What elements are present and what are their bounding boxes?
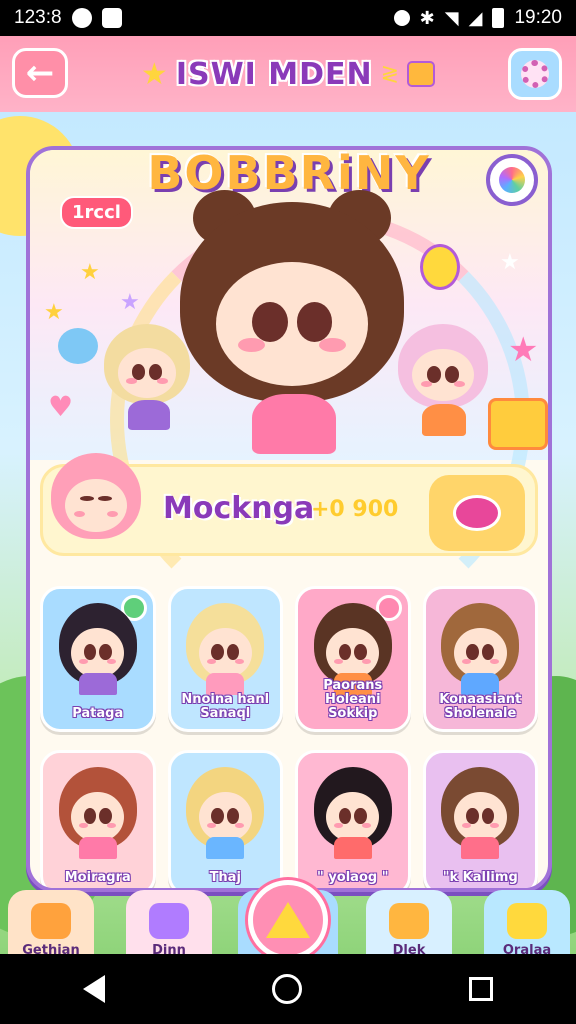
star-decoration: ★ xyxy=(80,260,100,285)
character-tile[interactable]: Konaasiant Sholenale xyxy=(422,586,538,732)
character-tile[interactable]: " yolaog " xyxy=(295,750,411,888)
plus-icon xyxy=(507,903,547,939)
page-title: ISWI MDEN xyxy=(175,56,373,92)
nav-shop-button[interactable]: Dinn xyxy=(126,890,212,954)
character-label: " yolaog " xyxy=(317,870,389,885)
side-character-right-outfit xyxy=(422,404,466,436)
star-decoration: ★ xyxy=(44,300,64,325)
game-screen: ← ★ ISWI MDEN ≷ BOBBRiNY 1rccl ★ ★ ★ ★ ★… xyxy=(0,36,576,954)
sparkle-icon: ≷ xyxy=(380,61,400,87)
character-avatar xyxy=(186,603,265,695)
cloud-decoration xyxy=(58,328,98,364)
status-bar: 123:8 ✱ ◥ ◢ 19:20 xyxy=(0,0,576,36)
character-card: BOBBRiNY 1rccl ★ ★ ★ ★ ★ ♥ Mocknga +0 90… xyxy=(26,146,552,892)
character-avatar xyxy=(441,603,520,695)
character-label: Pataga xyxy=(72,706,124,721)
nav-add-button[interactable]: Oralaa xyxy=(484,890,570,954)
nav-inventory-label: Dlek xyxy=(392,943,426,954)
heart-decoration: ♥ xyxy=(48,390,74,423)
star-decoration: ★ xyxy=(500,250,520,275)
side-character-left[interactable] xyxy=(104,324,190,404)
character-tile[interactable]: Moiragra xyxy=(40,750,156,888)
side-character-left-outfit xyxy=(128,400,170,430)
character-tile[interactable]: Paorans Holeani Sokkip xyxy=(295,586,411,732)
nav-home-label: Gethian xyxy=(22,943,80,954)
system-navigation-bar xyxy=(0,954,576,1024)
character-avatar xyxy=(313,603,392,695)
character-label: Konaasiant Sholenale xyxy=(439,692,522,721)
coin-count: +0 900 xyxy=(311,497,399,522)
triangle-play-icon xyxy=(266,902,310,938)
character-avatar xyxy=(58,767,137,859)
nav-inventory-button[interactable]: Dlek xyxy=(366,890,452,954)
chat-button[interactable] xyxy=(486,154,538,206)
star-decoration: ★ xyxy=(120,290,140,315)
star-decoration: ★ xyxy=(508,330,539,370)
hero-area: BOBBRiNY 1rccl ★ ★ ★ ★ ★ ♥ xyxy=(30,150,548,630)
header-bar: ← ★ ISWI MDEN ≷ xyxy=(0,36,576,112)
status-time-right: 19:20 xyxy=(514,7,562,28)
system-back-icon[interactable] xyxy=(83,975,106,1003)
level-badge: 1rccl xyxy=(60,196,133,229)
character-avatar xyxy=(441,767,520,859)
main-character-avatar[interactable] xyxy=(180,190,404,402)
character-avatar xyxy=(186,767,265,859)
gear-icon xyxy=(521,60,549,88)
back-button[interactable]: ← xyxy=(12,48,68,98)
nav-add-label: Oralaa xyxy=(502,943,552,954)
side-character-right[interactable] xyxy=(398,324,488,408)
profile-name-panel: Mocknga +0 900 xyxy=(40,453,538,556)
status-time-left: 123:8 xyxy=(14,7,62,28)
character-tile[interactable]: Pataga xyxy=(40,586,156,732)
house-icon xyxy=(31,903,71,939)
character-tile[interactable]: Nnoina hanl Sanaql xyxy=(167,586,283,732)
system-recents-icon[interactable] xyxy=(468,977,493,1001)
gift-box-decoration xyxy=(488,398,548,450)
profile-avatar[interactable] xyxy=(51,453,141,539)
wifi-icon: ◥ xyxy=(444,7,459,28)
header-title-wrap: ★ ISWI MDEN ≷ xyxy=(140,56,436,92)
settings-button[interactable] xyxy=(508,48,562,100)
player-name: Mocknga xyxy=(163,491,315,526)
character-label: Thaj xyxy=(209,870,241,885)
hint-icon[interactable] xyxy=(420,244,460,290)
character-tile[interactable]: "k Kallimg xyxy=(422,750,538,888)
emote-face-icon xyxy=(453,495,501,531)
arrow-left-icon: ← xyxy=(25,53,55,93)
image-notification-icon xyxy=(101,8,122,28)
rocket-icon xyxy=(149,903,189,939)
character-avatar xyxy=(313,767,392,859)
star-icon: ★ xyxy=(140,56,168,92)
nav-home-button[interactable]: Gethian xyxy=(8,890,94,954)
play-button[interactable] xyxy=(248,880,328,954)
character-grid: Pataga Nnoina hanl Sanaql Paorans Holean… xyxy=(40,586,538,888)
emote-button[interactable] xyxy=(429,475,525,551)
chat-bubble-icon xyxy=(499,167,525,193)
system-home-icon[interactable] xyxy=(271,974,302,1004)
game-logo: BOBBRiNY xyxy=(147,146,431,200)
main-character-outfit xyxy=(252,394,336,454)
character-label: Nnoina hanl Sanaql xyxy=(181,692,270,721)
character-avatar xyxy=(58,603,137,695)
character-label: Paorans Holeani Sokkip xyxy=(323,678,383,721)
battery-icon xyxy=(492,8,505,28)
chest-icon xyxy=(389,903,429,939)
character-label: "k Kallimg xyxy=(442,870,518,885)
gift-icon xyxy=(407,61,436,87)
nav-shop-label: Dinn xyxy=(152,943,186,954)
bluetooth-icon: ✱ xyxy=(419,7,435,28)
character-tile[interactable]: Thaj xyxy=(167,750,283,888)
character-label: Moiragra xyxy=(64,870,131,885)
signal-icon: ◢ xyxy=(468,7,483,28)
notification-icon xyxy=(71,8,92,28)
alarm-icon xyxy=(393,10,410,26)
bottom-navigation: Gethian Dinn Dlek Oralaa xyxy=(0,880,576,954)
